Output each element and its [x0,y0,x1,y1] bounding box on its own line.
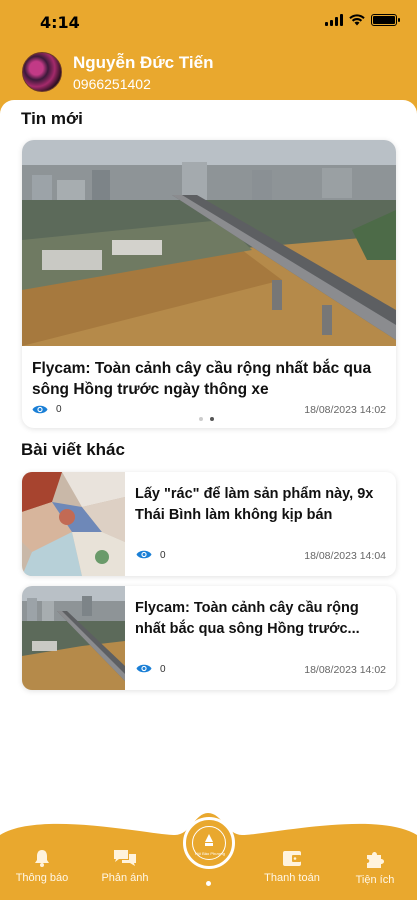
article-thumbnail [22,586,125,690]
nav-label: Tiện ích [355,874,395,886]
publish-date: 18/08/2023 14:02 [304,404,386,416]
bell-icon [35,850,49,867]
section-title-others: Bài viết khác [21,440,125,459]
nav-payment[interactable]: Thanh toán [257,848,327,884]
publish-date: 18/08/2023 14:02 [304,664,386,676]
article-title[interactable]: Flycam: Toàn cảnh cây cầu rộng nhất bắc … [135,598,390,640]
article-title[interactable]: Lấy "rác" để làm sản phẩm này, 9x Thái B… [135,484,390,526]
nav-label: Thông báo [15,872,69,884]
puzzle-icon [367,852,384,868]
chat-icon [114,850,136,866]
nav-feedback[interactable]: Phản ánh [90,848,160,884]
view-count: 0 [160,664,166,675]
nav-utilities[interactable]: Tiện ích [340,848,410,886]
center-home-button[interactable]: Hội Bảo Phương [183,817,235,869]
status-time: 4:14 [40,13,80,32]
carousel-dots[interactable] [199,417,214,421]
profile-header[interactable]: Nguyễn Đức Tiến 0966251402 [0,44,417,100]
nav-label: Phản ánh [101,872,149,884]
featured-news-title[interactable]: Flycam: Toàn cảnh cây cầu rộng nhất bắc … [32,358,392,400]
featured-news-card[interactable]: Flycam: Toàn cảnh cây cầu rộng nhất bắc … [22,140,396,428]
article-thumbnail [22,472,125,576]
publish-date: 18/08/2023 14:04 [304,550,386,562]
battery-icon [371,14,400,26]
main-content: Tin mới Flycam: Toàn cảnh cây cầu rộng n… [0,100,417,840]
view-count: 0 [56,404,62,415]
nav-notifications[interactable]: Thông báo [7,848,77,884]
eye-icon [136,664,152,673]
status-icons [325,14,400,26]
article-card[interactable]: Flycam: Toàn cảnh cây cầu rộng nhất bắc … [22,586,396,690]
eye-icon [32,405,48,414]
wifi-icon [349,14,365,26]
nav-label: Thanh toán [264,872,320,884]
user-phone: 0966251402 [73,76,151,92]
avatar[interactable] [22,52,62,92]
status-bar: 4:14 [0,0,417,44]
logo-text: Hội Bảo Phương [195,851,225,856]
article-card[interactable]: Lấy "rác" để làm sản phẩm này, 9x Thái B… [22,472,396,576]
carousel-dot-active[interactable] [210,417,214,421]
featured-news-image [22,140,396,346]
home-indicator [206,881,211,886]
view-count: 0 [160,550,166,561]
section-title-latest: Tin mới [21,109,83,128]
cellular-signal-icon [325,14,343,26]
wallet-icon [283,851,301,866]
user-name: Nguyễn Đức Tiến [73,53,214,72]
carousel-dot[interactable] [199,417,203,421]
eye-icon [136,550,152,559]
logo-icon: Hội Bảo Phương [192,826,226,860]
